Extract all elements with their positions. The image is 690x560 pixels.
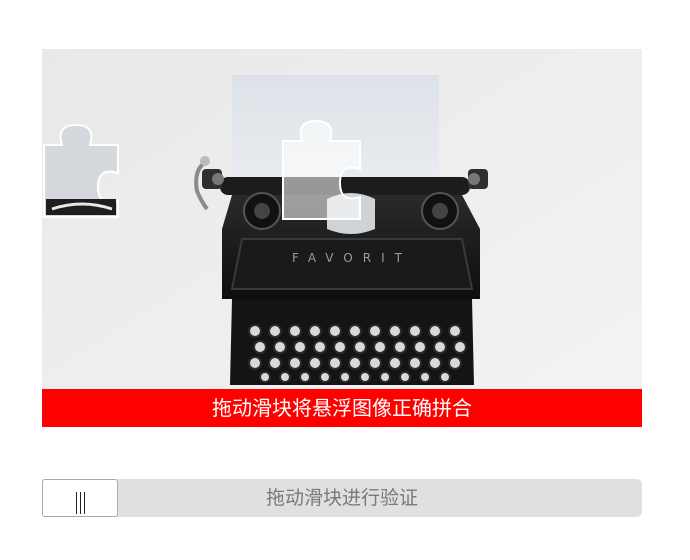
typewriter-photo: FAVORIT — [42, 49, 642, 427]
instruction-banner: 拖动滑块将悬浮图像正确拼合 — [42, 389, 642, 427]
slider-handle[interactable] — [42, 479, 118, 517]
captcha-image: FAVORIT 拖动滑块将悬浮图像正确拼合 — [42, 49, 642, 427]
slider-track[interactable]: 拖动滑块进行验证 — [42, 479, 642, 517]
brand-logo: FAVORIT — [292, 251, 412, 265]
slider-hint: 拖动滑块进行验证 — [265, 487, 418, 509]
grip-lines-icon — [74, 492, 86, 514]
